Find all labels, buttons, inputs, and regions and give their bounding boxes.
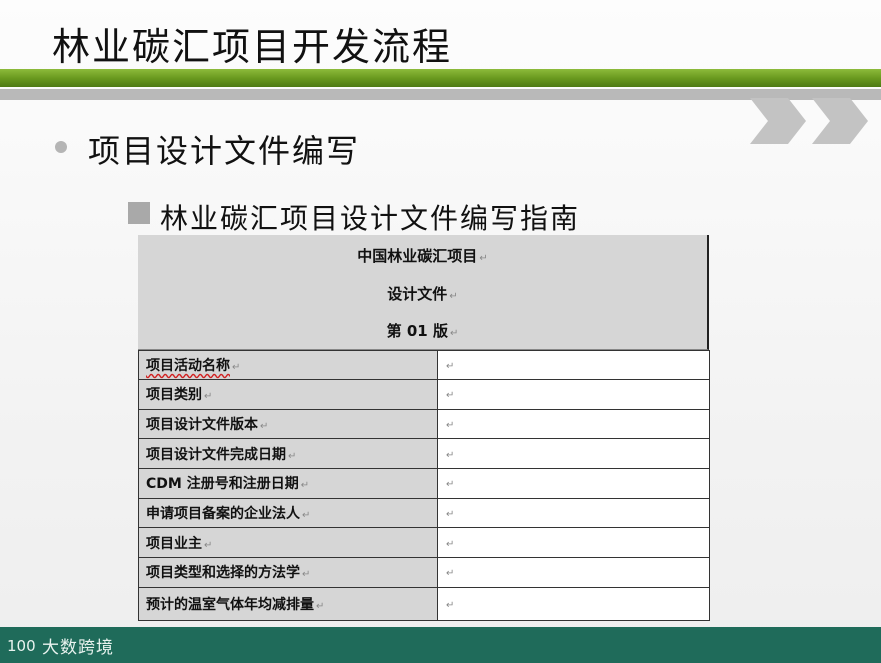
brand-name: 大数跨境 — [42, 637, 114, 658]
table-row-label: 项目活动名称 ↵ — [138, 350, 438, 380]
square-bullet-icon — [128, 202, 150, 224]
double-chevron-right-icon — [750, 98, 868, 144]
table-row: 项目类别 ↵ ↵ — [138, 379, 710, 410]
table-row: 预计的温室气体年均减排量 ↵ ↵ — [138, 586, 710, 621]
table-row-label: 预计的温室气体年均减排量 ↵ — [138, 586, 438, 621]
table-row-value: ↵ — [437, 557, 710, 588]
document-info-table: 项目活动名称 ↵ ↵ 项目类别 ↵ ↵ 项目设计文件版本 ↵ ↵ 项目设计文件完成日期 ↵ ↵ CDM … — [138, 350, 710, 621]
table-row: 项目设计文件版本 ↵ ↵ — [138, 408, 710, 440]
table-row-value: ↵ — [437, 497, 710, 529]
document-header-line: 设计文件 ↵ — [387, 285, 458, 303]
table-row: 项目类型和选择的方法学 ↵ ↵ — [138, 557, 710, 588]
table-row-value: ↵ — [437, 586, 710, 621]
svg-text:100: 100 — [7, 637, 36, 655]
table-row-label: 项目业主 ↵ — [138, 527, 438, 559]
table-row-value: ↵ — [437, 438, 710, 470]
table-row-label: CDM 注册号和注册日期 ↵ — [138, 468, 438, 499]
table-row-label: 项目设计文件完成日期 ↵ — [138, 438, 438, 470]
bullet-dot-icon — [55, 141, 67, 153]
sub-bullet-text: 林业碳汇项目设计文件编写指南 — [160, 202, 581, 235]
table-row-label: 项目类别 ↵ — [138, 379, 438, 410]
table-row-value: ↵ — [437, 350, 710, 380]
table-row-value: ↵ — [437, 379, 710, 410]
table-row: 申请项目备案的企业法人 ↵ ↵ — [138, 497, 710, 529]
table-row-label: 项目类型和选择的方法学 ↵ — [138, 557, 438, 588]
brand-logo: 100 大数跨境 — [6, 632, 114, 658]
table-row: 项目设计文件完成日期 ↵ ↵ — [138, 438, 710, 470]
table-row: CDM 注册号和注册日期 ↵ ↵ — [138, 468, 710, 499]
footer-bar — [0, 627, 881, 663]
table-row-value: ↵ — [437, 468, 710, 499]
table-row-value: ↵ — [437, 527, 710, 559]
bullet-text: 项目设计文件编写 — [88, 132, 361, 170]
table-row-label: 项目设计文件版本 ↵ — [138, 408, 438, 440]
table-row-label: 申请项目备案的企业法人 ↵ — [138, 497, 438, 529]
table-row-value: ↵ — [437, 408, 710, 440]
document-header-line: 第 01 版 ↵ — [386, 322, 459, 340]
brand-logo-icon: 100 — [7, 637, 36, 655]
title-underline-gray — [0, 89, 881, 100]
slide-title: 林业碳汇项目开发流程 — [52, 25, 453, 69]
table-row: 项目业主 ↵ ↵ — [138, 527, 710, 559]
title-underline-green — [0, 69, 881, 87]
document-header: 中国林业碳汇项目 ↵ 设计文件 ↵ 第 01 版 ↵ — [138, 235, 709, 350]
table-row: 项目活动名称 ↵ ↵ — [138, 350, 710, 380]
document-header-line: 中国林业碳汇项目 ↵ — [357, 247, 488, 265]
